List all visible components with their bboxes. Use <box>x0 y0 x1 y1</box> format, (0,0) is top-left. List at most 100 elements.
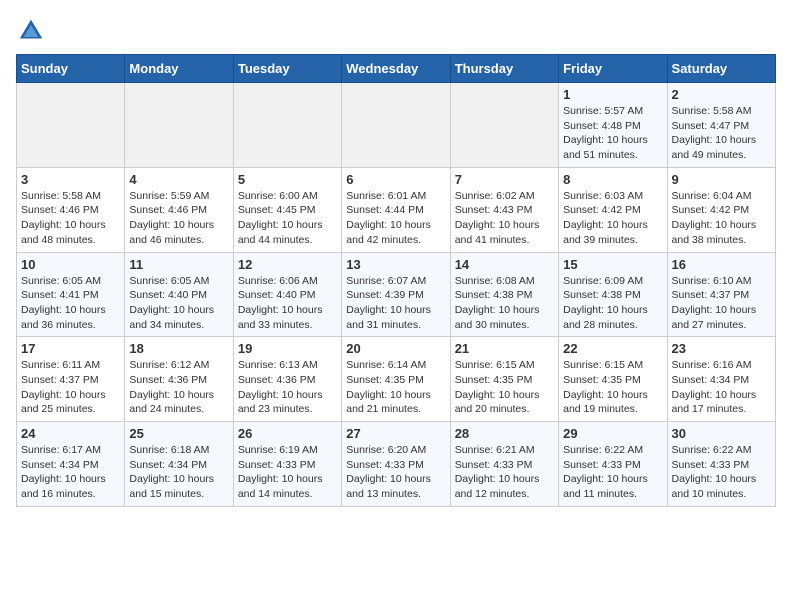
day-info: Sunrise: 6:22 AM Sunset: 4:33 PM Dayligh… <box>672 443 771 502</box>
calendar-cell: 9 Sunrise: 6:04 AM Sunset: 4:42 PM Daylig… <box>667 167 775 252</box>
calendar-cell: 29 Sunrise: 6:22 AM Sunset: 4:33 PM Dayli… <box>559 422 667 507</box>
day-number: 21 <box>455 341 554 356</box>
calendar-table: SundayMondayTuesdayWednesdayThursdayFrid… <box>16 54 776 507</box>
calendar-cell: 27 Sunrise: 6:20 AM Sunset: 4:33 PM Dayli… <box>342 422 450 507</box>
calendar-cell: 30 Sunrise: 6:22 AM Sunset: 4:33 PM Dayli… <box>667 422 775 507</box>
day-number: 26 <box>238 426 337 441</box>
day-info: Sunrise: 6:12 AM Sunset: 4:36 PM Dayligh… <box>129 358 228 417</box>
day-number: 17 <box>21 341 120 356</box>
day-info: Sunrise: 6:21 AM Sunset: 4:33 PM Dayligh… <box>455 443 554 502</box>
calendar-header: SundayMondayTuesdayWednesdayThursdayFrid… <box>17 55 776 83</box>
day-number: 3 <box>21 172 120 187</box>
calendar-cell: 6 Sunrise: 6:01 AM Sunset: 4:44 PM Daylig… <box>342 167 450 252</box>
calendar-cell: 25 Sunrise: 6:18 AM Sunset: 4:34 PM Dayli… <box>125 422 233 507</box>
calendar-cell: 19 Sunrise: 6:13 AM Sunset: 4:36 PM Dayli… <box>233 337 341 422</box>
week-row-1: 3Sunrise: 5:58 AM Sunset: 4:46 PM Daylig… <box>17 167 776 252</box>
day-number: 12 <box>238 257 337 272</box>
calendar-cell: 8 Sunrise: 6:03 AM Sunset: 4:42 PM Daylig… <box>559 167 667 252</box>
day-number: 22 <box>563 341 662 356</box>
calendar-body: 1Sunrise: 5:57 AM Sunset: 4:48 PM Daylig… <box>17 83 776 507</box>
day-number: 24 <box>21 426 120 441</box>
calendar-cell <box>17 83 125 168</box>
day-number: 5 <box>238 172 337 187</box>
calendar-cell: 1Sunrise: 5:57 AM Sunset: 4:48 PM Daylig… <box>559 83 667 168</box>
calendar-cell: 26 Sunrise: 6:19 AM Sunset: 4:33 PM Dayli… <box>233 422 341 507</box>
calendar-cell: 16 Sunrise: 6:10 AM Sunset: 4:37 PM Dayli… <box>667 252 775 337</box>
header-tuesday: Tuesday <box>233 55 341 83</box>
calendar-cell: 17Sunrise: 6:11 AM Sunset: 4:37 PM Dayli… <box>17 337 125 422</box>
day-number: 8 <box>563 172 662 187</box>
day-number: 2 <box>672 87 771 102</box>
day-number: 18 <box>129 341 228 356</box>
day-number: 30 <box>672 426 771 441</box>
day-number: 15 <box>563 257 662 272</box>
day-info: Sunrise: 6:06 AM Sunset: 4:40 PM Dayligh… <box>238 274 337 333</box>
header-wednesday: Wednesday <box>342 55 450 83</box>
day-number: 4 <box>129 172 228 187</box>
day-number: 6 <box>346 172 445 187</box>
calendar-cell: 12 Sunrise: 6:06 AM Sunset: 4:40 PM Dayli… <box>233 252 341 337</box>
calendar-cell: 22 Sunrise: 6:15 AM Sunset: 4:35 PM Dayli… <box>559 337 667 422</box>
calendar-cell: 4 Sunrise: 5:59 AM Sunset: 4:46 PM Daylig… <box>125 167 233 252</box>
day-info: Sunrise: 6:03 AM Sunset: 4:42 PM Dayligh… <box>563 189 662 248</box>
calendar-cell: 5 Sunrise: 6:00 AM Sunset: 4:45 PM Daylig… <box>233 167 341 252</box>
day-info: Sunrise: 6:04 AM Sunset: 4:42 PM Dayligh… <box>672 189 771 248</box>
calendar-cell <box>450 83 558 168</box>
week-row-4: 24Sunrise: 6:17 AM Sunset: 4:34 PM Dayli… <box>17 422 776 507</box>
week-row-3: 17Sunrise: 6:11 AM Sunset: 4:37 PM Dayli… <box>17 337 776 422</box>
day-info: Sunrise: 6:09 AM Sunset: 4:38 PM Dayligh… <box>563 274 662 333</box>
calendar-cell: 10Sunrise: 6:05 AM Sunset: 4:41 PM Dayli… <box>17 252 125 337</box>
day-info: Sunrise: 6:14 AM Sunset: 4:35 PM Dayligh… <box>346 358 445 417</box>
calendar-cell: 3Sunrise: 5:58 AM Sunset: 4:46 PM Daylig… <box>17 167 125 252</box>
day-number: 16 <box>672 257 771 272</box>
day-number: 1 <box>563 87 662 102</box>
day-info: Sunrise: 6:00 AM Sunset: 4:45 PM Dayligh… <box>238 189 337 248</box>
day-info: Sunrise: 6:10 AM Sunset: 4:37 PM Dayligh… <box>672 274 771 333</box>
calendar-cell: 14 Sunrise: 6:08 AM Sunset: 4:38 PM Dayli… <box>450 252 558 337</box>
day-info: Sunrise: 6:19 AM Sunset: 4:33 PM Dayligh… <box>238 443 337 502</box>
calendar-cell: 15 Sunrise: 6:09 AM Sunset: 4:38 PM Dayli… <box>559 252 667 337</box>
day-info: Sunrise: 6:16 AM Sunset: 4:34 PM Dayligh… <box>672 358 771 417</box>
day-info: Sunrise: 5:59 AM Sunset: 4:46 PM Dayligh… <box>129 189 228 248</box>
day-info: Sunrise: 5:58 AM Sunset: 4:47 PM Dayligh… <box>672 104 771 163</box>
calendar-cell: 20 Sunrise: 6:14 AM Sunset: 4:35 PM Dayli… <box>342 337 450 422</box>
calendar-cell <box>125 83 233 168</box>
calendar-cell: 18 Sunrise: 6:12 AM Sunset: 4:36 PM Dayli… <box>125 337 233 422</box>
day-number: 11 <box>129 257 228 272</box>
day-info: Sunrise: 6:22 AM Sunset: 4:33 PM Dayligh… <box>563 443 662 502</box>
day-info: Sunrise: 6:20 AM Sunset: 4:33 PM Dayligh… <box>346 443 445 502</box>
day-number: 19 <box>238 341 337 356</box>
day-info: Sunrise: 6:18 AM Sunset: 4:34 PM Dayligh… <box>129 443 228 502</box>
calendar-cell <box>233 83 341 168</box>
day-number: 7 <box>455 172 554 187</box>
header-saturday: Saturday <box>667 55 775 83</box>
day-number: 13 <box>346 257 445 272</box>
day-number: 27 <box>346 426 445 441</box>
day-number: 28 <box>455 426 554 441</box>
day-number: 14 <box>455 257 554 272</box>
day-number: 9 <box>672 172 771 187</box>
day-info: Sunrise: 6:02 AM Sunset: 4:43 PM Dayligh… <box>455 189 554 248</box>
day-info: Sunrise: 6:05 AM Sunset: 4:40 PM Dayligh… <box>129 274 228 333</box>
day-info: Sunrise: 6:01 AM Sunset: 4:44 PM Dayligh… <box>346 189 445 248</box>
day-info: Sunrise: 6:15 AM Sunset: 4:35 PM Dayligh… <box>563 358 662 417</box>
header-row: SundayMondayTuesdayWednesdayThursdayFrid… <box>17 55 776 83</box>
calendar-cell: 11 Sunrise: 6:05 AM Sunset: 4:40 PM Dayli… <box>125 252 233 337</box>
day-number: 20 <box>346 341 445 356</box>
calendar-cell: 7 Sunrise: 6:02 AM Sunset: 4:43 PM Daylig… <box>450 167 558 252</box>
calendar-cell: 13 Sunrise: 6:07 AM Sunset: 4:39 PM Dayli… <box>342 252 450 337</box>
header-thursday: Thursday <box>450 55 558 83</box>
week-row-0: 1Sunrise: 5:57 AM Sunset: 4:48 PM Daylig… <box>17 83 776 168</box>
day-number: 23 <box>672 341 771 356</box>
day-info: Sunrise: 6:05 AM Sunset: 4:41 PM Dayligh… <box>21 274 120 333</box>
page-header <box>16 16 776 46</box>
day-info: Sunrise: 6:08 AM Sunset: 4:38 PM Dayligh… <box>455 274 554 333</box>
header-friday: Friday <box>559 55 667 83</box>
day-info: Sunrise: 6:13 AM Sunset: 4:36 PM Dayligh… <box>238 358 337 417</box>
day-number: 25 <box>129 426 228 441</box>
day-number: 29 <box>563 426 662 441</box>
logo <box>16 16 50 46</box>
day-info: Sunrise: 6:07 AM Sunset: 4:39 PM Dayligh… <box>346 274 445 333</box>
header-sunday: Sunday <box>17 55 125 83</box>
calendar-cell: 2 Sunrise: 5:58 AM Sunset: 4:47 PM Daylig… <box>667 83 775 168</box>
